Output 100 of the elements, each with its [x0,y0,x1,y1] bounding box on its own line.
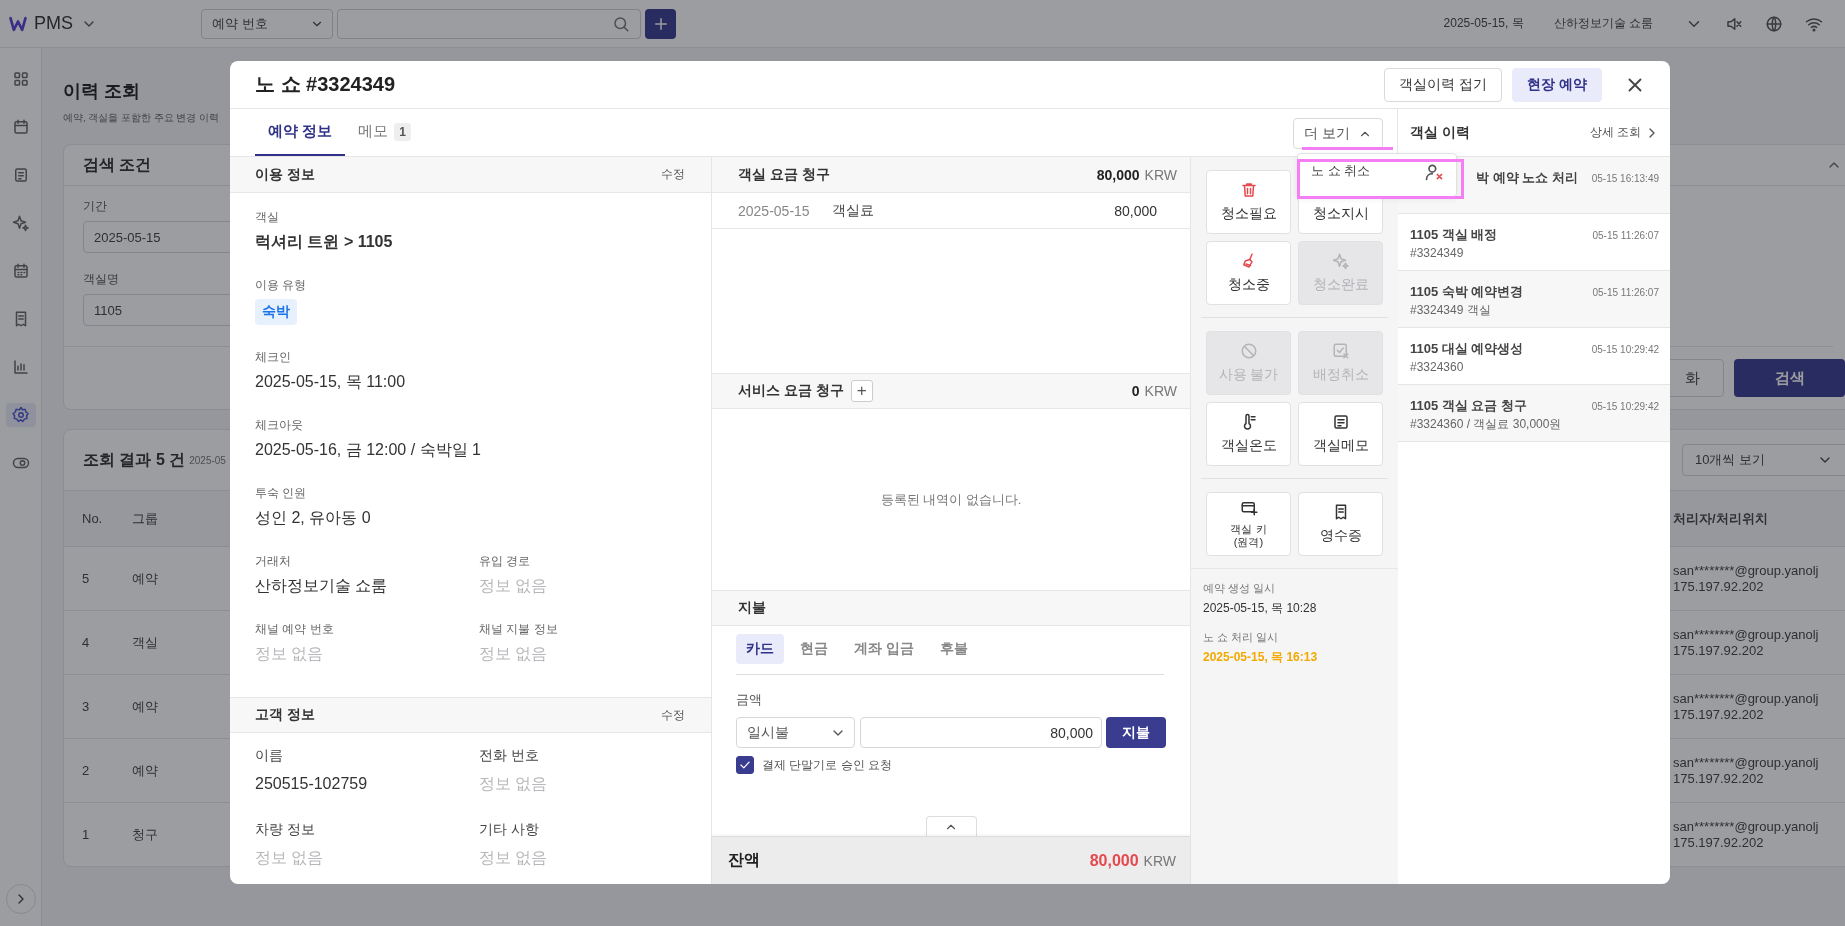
column-header: 그룹 [132,510,158,526]
charge-date: 2025-05-15 [738,202,810,219]
payment-tab[interactable]: 카드 [736,634,784,664]
field-value: 정보 없음 [255,848,325,868]
table-cell: 객실 [132,634,158,650]
action-button[interactable]: 객실메모 [1298,402,1383,466]
dialog-button[interactable]: 현장 예약 [1512,67,1602,102]
column-header: No. [82,511,104,526]
history-detail: #3324349 객실 [1410,302,1492,318]
history-detail: #3324360 / 객실료 30,000원 [1410,416,1562,432]
dialog-title: 노 쇼 #3324349 [255,72,396,97]
field-value: 정보 없음 [479,848,549,868]
field-label: 투숙 인원 [255,485,308,501]
section-title: 객실 요금 청구 [738,165,830,184]
charge-amount: 80,000 [1114,202,1157,219]
history-title: 1105 대실 예약생성 [1410,340,1524,357]
date-label: 2025-05-15, 목 [1443,15,1524,32]
field-label: 기타 사항 [479,821,540,837]
empty-message: 등록된 내역이 없습니다. [880,490,1022,509]
add-button[interactable] [645,8,676,39]
history-title: 1105 객실 배정 [1410,226,1498,243]
expand-button[interactable] [5,884,36,914]
search-field[interactable] [337,8,641,39]
field-label: 금액 [736,691,763,709]
date-range: 2025-05 [189,454,226,466]
search-type-select[interactable]: 예약 번호 [201,8,333,39]
payment-tab[interactable]: 계좌 입금 [844,634,924,664]
field-label: 객실 [255,209,280,225]
payment-tab[interactable]: 현금 [790,634,838,664]
balance-label: 잔액 [728,850,760,870]
card-plus-icon [1239,499,1258,517]
type-tag: 숙박 [255,299,297,325]
table-cell: san********@group.yanolj 175.197.92.202 [1673,818,1819,851]
field-label: 기간 [83,198,107,214]
table-cell: san********@group.yanolj 175.197.92.202 [1673,562,1819,595]
table-cell: 청구 [132,826,158,842]
field-label: 채널 예약 번호 [255,621,335,637]
action-button[interactable]: 객실 키 (원격) [1206,492,1291,556]
table-cell-text: 3 [82,699,91,714]
field-label: 체크인 [255,349,292,365]
dialog-button[interactable]: 객실이력 접기 [1384,67,1503,102]
globe-icon[interactable] [1765,14,1783,33]
results-title: 조회 결과 5 건 [83,449,186,470]
edit-link[interactable]: 수정 [661,706,685,724]
edit-link[interactable]: 수정 [661,166,685,183]
more-button[interactable]: 더 보기 [1293,118,1383,149]
field-label: 채널 지불 정보 [479,621,559,637]
field-label: 유입 경로 [479,553,532,569]
field-value: 산하정보기술 쇼룸 [255,576,389,596]
history-title: 1105 객실 요금 청구 [1410,397,1529,414]
action-button[interactable]: 청소필요 [1206,170,1291,234]
column-header: 처리자/처리위치 [1673,510,1768,527]
pay-button[interactable]: 지불 [1106,717,1166,748]
table-cell: 예약 [132,570,158,586]
charge-name: 객실료 [831,201,874,220]
info-label: 예약 생성 일시 [1203,581,1277,595]
history-title: 박 예약 노쇼 처리 [1476,169,1578,186]
section-title: 서비스 요금 청구 [738,382,844,400]
info-label: 노 쇼 처리 일시 [1203,630,1280,644]
field-value: 성인 2, 유아동 0 [255,508,372,528]
field-value: 정보 없음 [255,644,325,664]
count-badge: 1 [394,122,411,141]
panel-title: 객실 이력 [1410,123,1470,142]
action-button[interactable]: 영수증 [1298,492,1383,556]
section-title: 지불 [738,599,766,617]
info-value: 2025-05-15, 목 10:28 [1203,600,1318,616]
amount-field[interactable]: 80,000 [859,717,1103,748]
table-cell: san********@group.yanolj 175.197.92.202 [1673,690,1819,723]
history-time: 05-15 11:26:07 [1592,230,1659,241]
page-subtitle: 예약, 객실을 포함한 주요 변경 이력 [63,111,219,124]
history-title: 1105 숙박 예약변경 [1410,283,1524,300]
action-button[interactable]: 청소중 [1206,241,1291,305]
table-cell-text: 4 [82,635,91,650]
field-label: 체크아웃 [255,417,304,433]
page-size-select[interactable]: 10개씩 보기 [1682,444,1845,476]
charge-total: 0 [1131,383,1140,399]
add-button[interactable]: + [850,380,873,402]
table-cell-text: 1 [82,827,91,842]
field-value: 2025-05-15, 목 11:00 [255,372,407,392]
charge-total: 80,000 [1096,166,1140,183]
history-detail: #3324360 [1410,359,1465,375]
history-detail: #3324349 [1410,245,1465,261]
nav-item[interactable] [5,403,36,427]
trash-icon [1239,181,1258,199]
ban-icon [1239,342,1258,360]
action-button[interactable]: 객실온도 [1206,402,1291,466]
installment-select[interactable]: 일시불 [736,717,855,748]
tab[interactable]: 메모 1 [345,109,424,156]
checkbox-x-icon [1331,342,1350,360]
checkbox[interactable] [736,756,754,774]
field-value: 2025-05-16, 금 12:00 / 숙박일 1 [255,440,482,460]
search-button[interactable]: 검색 [1734,359,1845,397]
history-time: 05-15 10:29:42 [1591,344,1659,355]
detail-link[interactable]: 상세 조회 [1589,124,1660,141]
currency-label: KRW [1143,852,1176,869]
payment-tab[interactable]: 후불 [929,634,978,664]
field-label: 거래처 [255,553,292,569]
currency-label: KRW [1144,166,1177,183]
table-cell: san********@group.yanolj 175.197.92.202 [1673,754,1819,787]
bar-chart-icon [11,358,30,376]
